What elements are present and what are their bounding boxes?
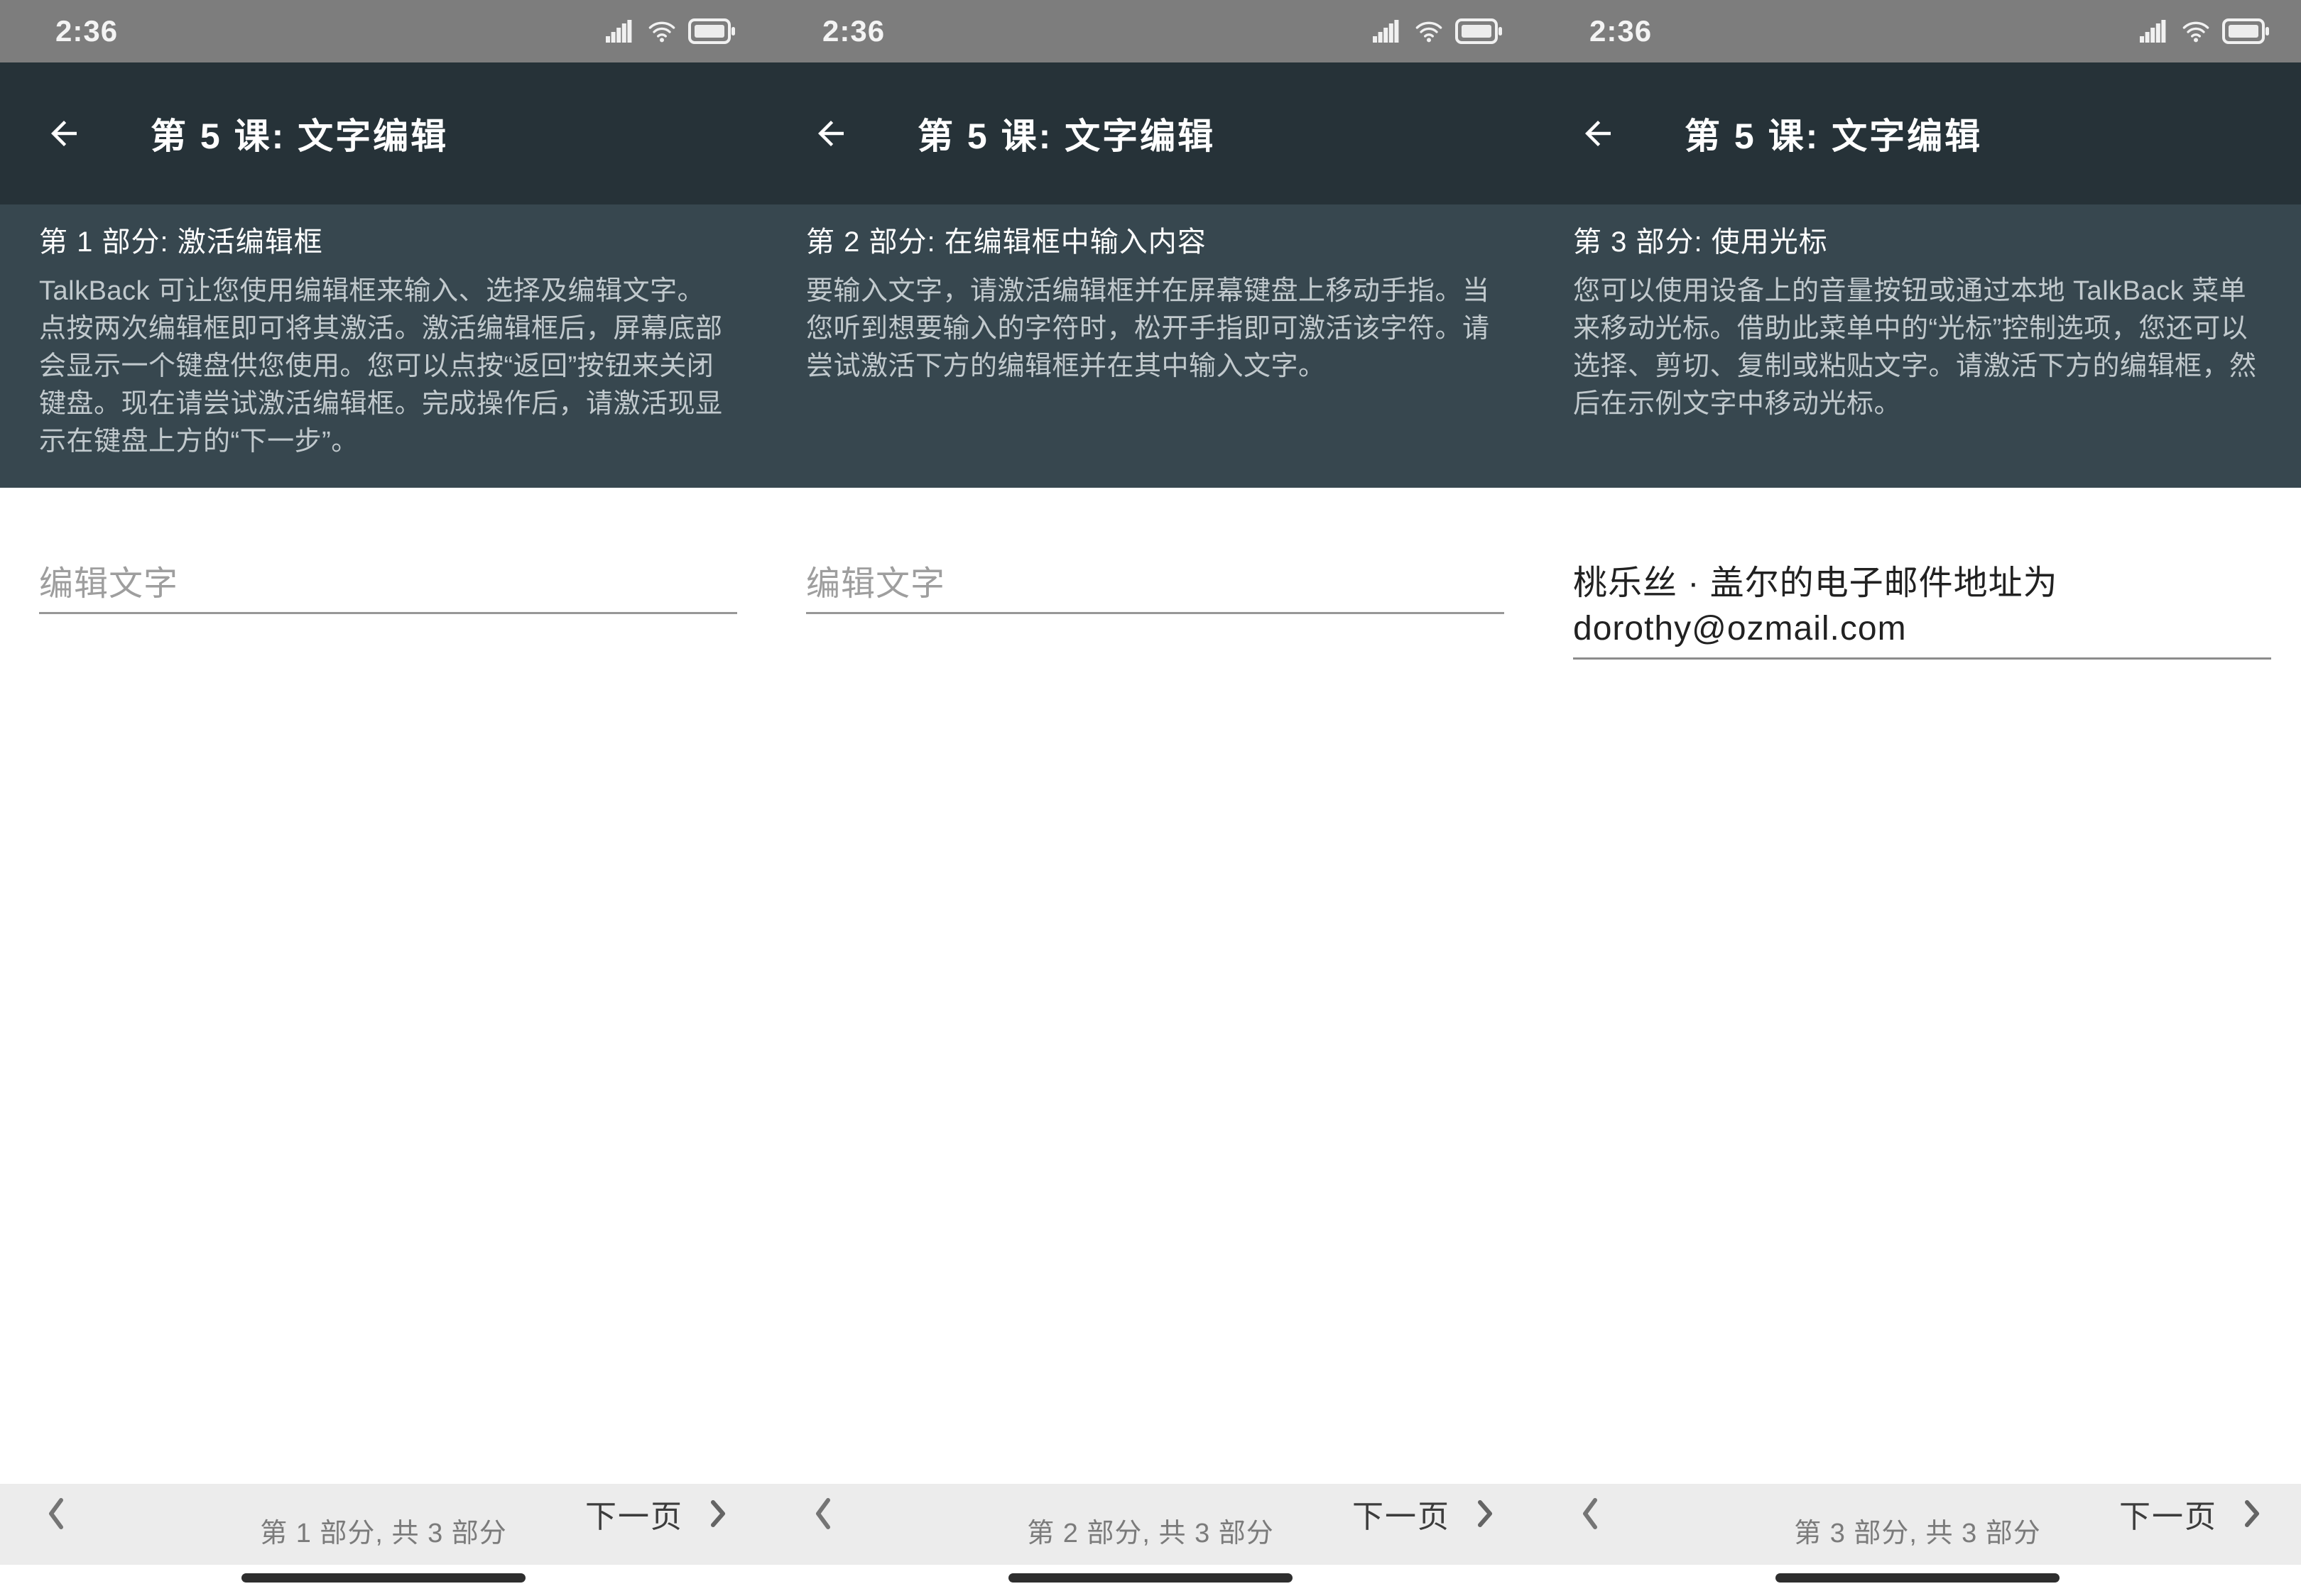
lesson-section: 第 2 部分: 在编辑框中输入内容 要输入文字，请激活编辑框并在屏幕键盘上移动手…	[767, 204, 1534, 488]
wifi-icon	[648, 19, 676, 43]
phone-panel-1: 2:36 第 5 课: 文字编辑 第 1 部分: 激活编辑框 TalkBack …	[0, 0, 767, 1596]
battery-icon	[1455, 18, 1502, 44]
app-bar: 第 5 课: 文字编辑	[767, 62, 1534, 204]
battery-icon	[688, 18, 735, 44]
page-title: 第 5 课: 文字编辑	[1685, 108, 1982, 159]
gesture-bar-area	[767, 1565, 1534, 1596]
back-button[interactable]	[1577, 112, 1619, 155]
status-bar: 2:36	[767, 0, 1534, 62]
home-indicator[interactable]	[1008, 1573, 1293, 1583]
page-title: 第 5 课: 文字编辑	[151, 108, 448, 159]
content-area	[767, 488, 1534, 1484]
wifi-icon	[2182, 19, 2210, 43]
next-page-button[interactable]: 下一页	[585, 1491, 726, 1536]
edit-text-value: 桃乐丝 · 盖尔的电子邮件地址为 dorothy@ozmail.com	[1573, 564, 2058, 647]
page-progress-label: 第 2 部分, 共 3 部分	[1027, 1511, 1274, 1550]
page-progress-label: 第 1 部分, 共 3 部分	[260, 1511, 507, 1550]
section-title: 第 2 部分: 在编辑框中输入内容	[806, 222, 1495, 263]
phone-panel-2: 2:36 第 5 课: 文字编辑 第 2 部分: 在编辑框中输入内容 要输入文字…	[767, 0, 1534, 1596]
chevron-left-icon	[47, 1497, 64, 1530]
chevron-left-icon	[1581, 1497, 1598, 1530]
section-title: 第 1 部分: 激活编辑框	[39, 222, 728, 263]
lesson-section: 第 1 部分: 激活编辑框 TalkBack 可让您使用编辑框来输入、选择及编辑…	[0, 204, 767, 488]
page-title: 第 5 课: 文字编辑	[918, 108, 1215, 159]
back-arrow-icon	[1579, 114, 1617, 153]
status-time: 2:36	[767, 14, 885, 48]
signal-icon	[2140, 20, 2170, 43]
signal-icon	[1373, 20, 1403, 43]
edit-text-field[interactable]	[806, 561, 1504, 614]
gesture-bar-area	[0, 1565, 767, 1596]
battery-icon	[2222, 18, 2269, 44]
home-indicator[interactable]	[1775, 1573, 2060, 1583]
status-bar: 2:36	[1534, 0, 2301, 62]
app-bar: 第 5 课: 文字编辑	[1534, 62, 2301, 204]
back-button[interactable]	[810, 112, 852, 155]
wifi-icon	[1415, 19, 1443, 43]
section-description: 您可以使用设备上的音量按钮或通过本地 TalkBack 菜单来移动光标。借助此菜…	[1573, 273, 2262, 423]
home-indicator[interactable]	[241, 1573, 526, 1583]
bottom-navigation-bar: 第 2 部分, 共 3 部分 下一页	[767, 1484, 1534, 1565]
status-time: 2:36	[1534, 14, 1652, 48]
signal-icon	[606, 20, 636, 43]
next-page-button[interactable]: 下一页	[1352, 1491, 1493, 1536]
back-button[interactable]	[43, 112, 85, 155]
back-arrow-icon	[812, 114, 850, 153]
status-icons	[2140, 18, 2301, 44]
bottom-navigation-bar: 第 3 部分, 共 3 部分 下一页	[1534, 1484, 2301, 1565]
lesson-section: 第 3 部分: 使用光标 您可以使用设备上的音量按钮或通过本地 TalkBack…	[1534, 204, 2301, 488]
next-page-button[interactable]: 下一页	[2119, 1491, 2260, 1536]
content-area	[0, 488, 767, 1484]
next-page-label: 下一页	[585, 1491, 683, 1536]
back-arrow-icon	[45, 114, 83, 153]
phone-panel-3: 2:36 第 5 课: 文字编辑 第 3 部分: 使用光标 您可以使用设备上的音…	[1534, 0, 2301, 1596]
section-title: 第 3 部分: 使用光标	[1573, 222, 2262, 263]
edit-text-field[interactable]: 桃乐丝 · 盖尔的电子邮件地址为 dorothy@ozmail.com	[1573, 561, 2271, 660]
status-icons	[606, 18, 767, 44]
next-page-label: 下一页	[1352, 1491, 1450, 1536]
chevron-right-icon	[1477, 1499, 1493, 1528]
triple-screenshot-canvas: 2:36 第 5 课: 文字编辑 第 1 部分: 激活编辑框 TalkBack …	[0, 0, 2301, 1596]
status-time: 2:36	[0, 14, 118, 48]
edit-text-field[interactable]	[39, 561, 737, 614]
chevron-left-icon	[814, 1497, 831, 1530]
status-bar: 2:36	[0, 0, 767, 62]
previous-page-button[interactable]	[47, 1497, 64, 1530]
previous-page-button[interactable]	[1581, 1497, 1598, 1530]
bottom-navigation-bar: 第 1 部分, 共 3 部分 下一页	[0, 1484, 767, 1565]
status-icons	[1373, 18, 1534, 44]
chevron-right-icon	[710, 1499, 726, 1528]
next-page-label: 下一页	[2119, 1491, 2217, 1536]
content-area: 桃乐丝 · 盖尔的电子邮件地址为 dorothy@ozmail.com	[1534, 488, 2301, 1484]
app-bar: 第 5 课: 文字编辑	[0, 62, 767, 204]
section-description: 要输入文字，请激活编辑框并在屏幕键盘上移动手指。当您听到想要输入的字符时，松开手…	[806, 273, 1495, 386]
gesture-bar-area	[1534, 1565, 2301, 1596]
previous-page-button[interactable]	[814, 1497, 831, 1530]
page-progress-label: 第 3 部分, 共 3 部分	[1794, 1511, 2041, 1550]
section-description: TalkBack 可让您使用编辑框来输入、选择及编辑文字。点按两次编辑框即可将其…	[39, 273, 728, 461]
chevron-right-icon	[2244, 1499, 2260, 1528]
